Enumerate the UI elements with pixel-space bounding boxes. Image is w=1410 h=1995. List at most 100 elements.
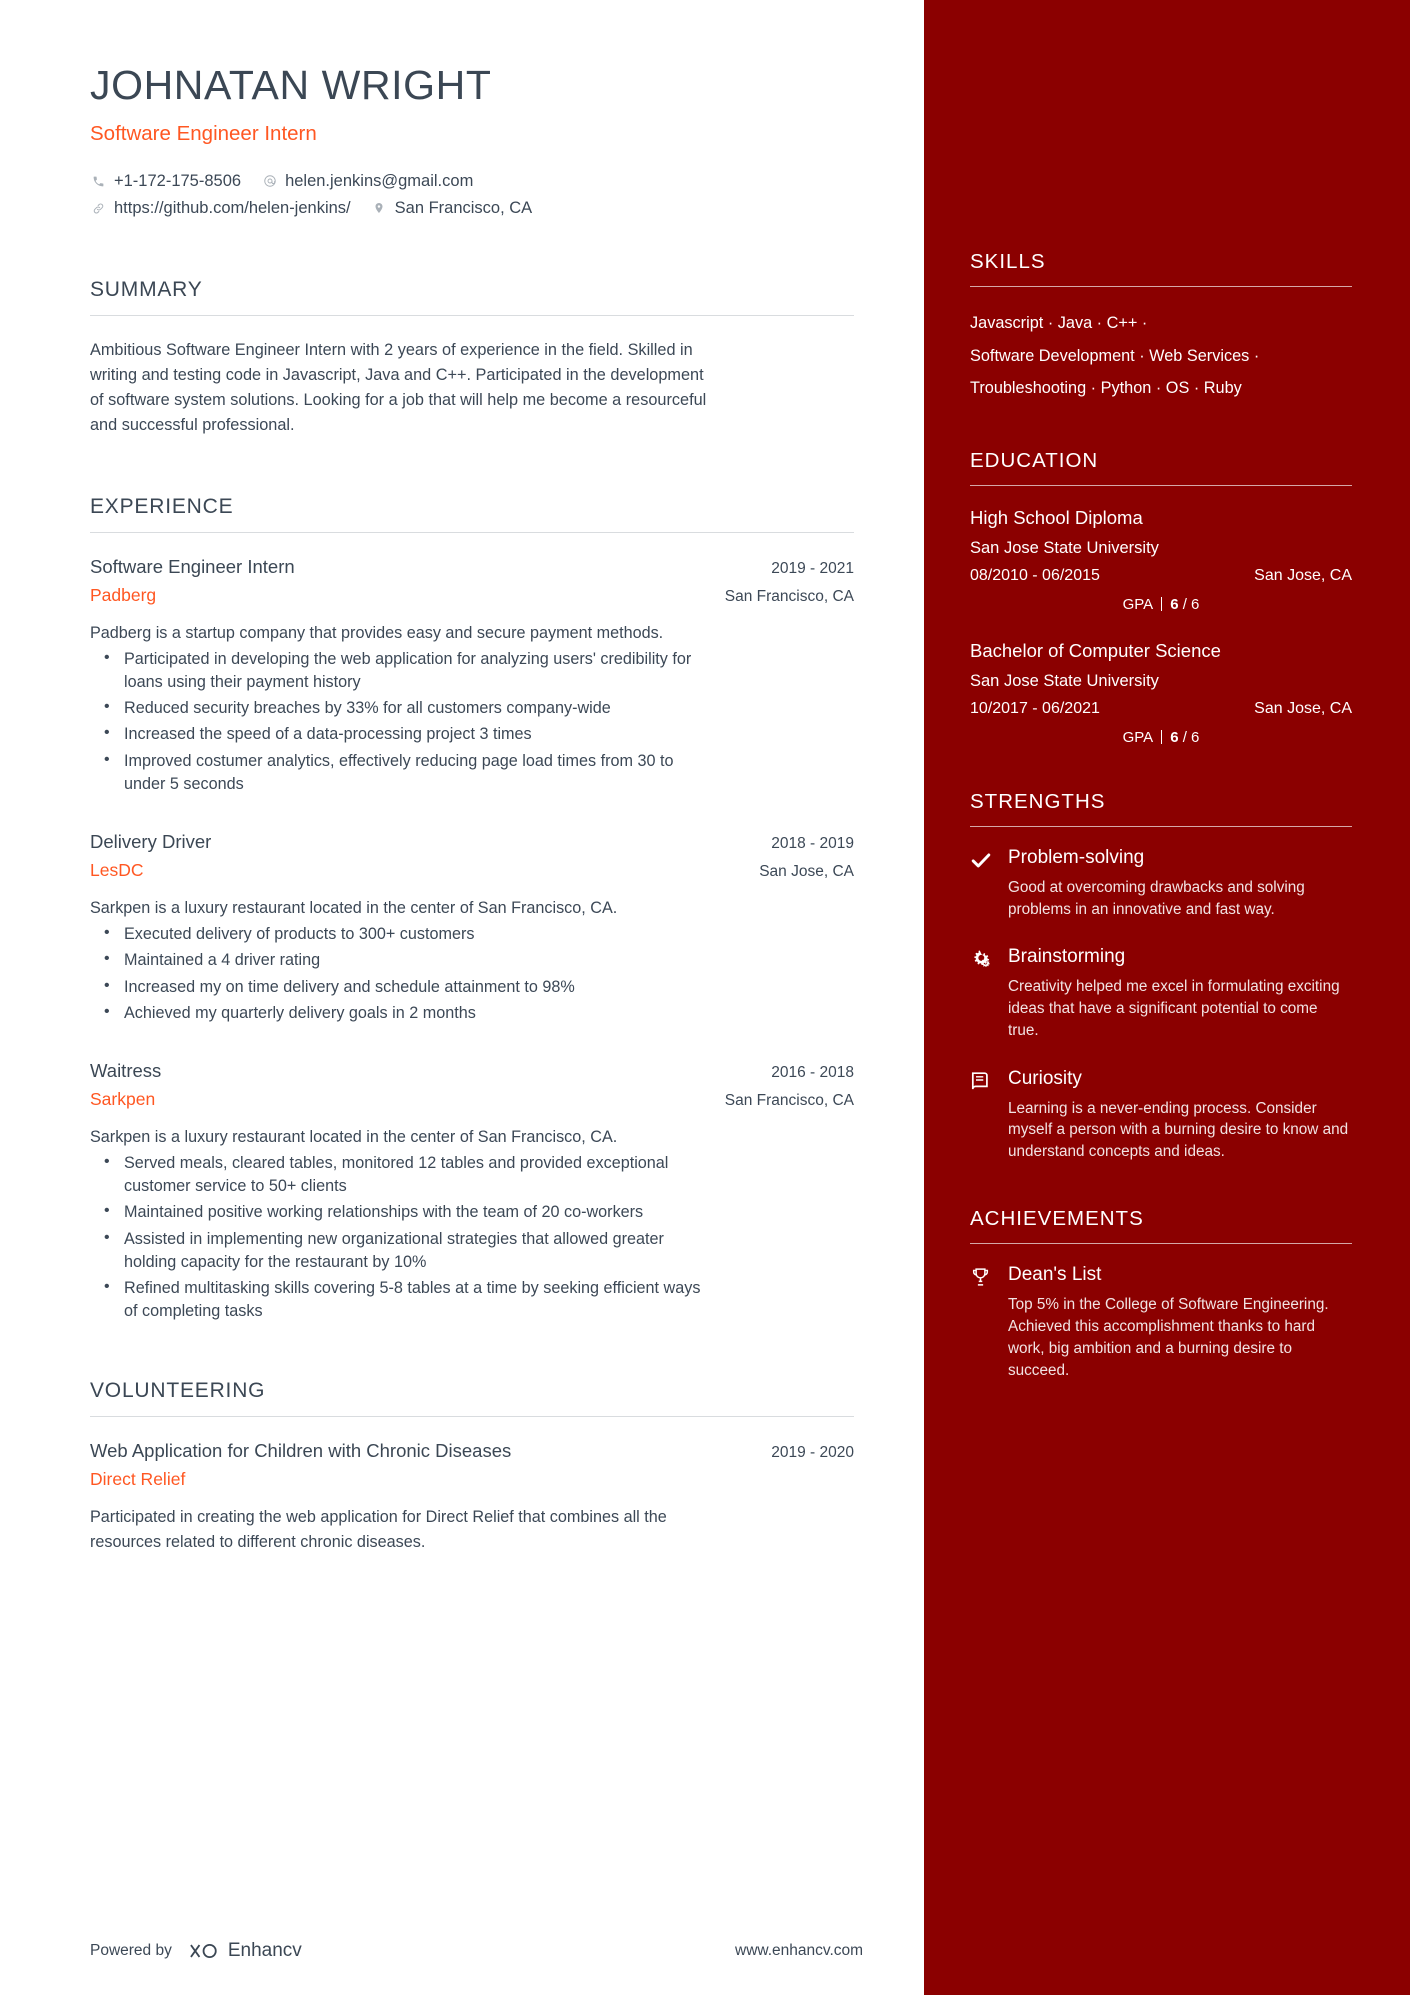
- strengths-heading: STRENGTHS: [970, 790, 1352, 827]
- entry-company[interactable]: LesDC: [90, 860, 144, 881]
- contact-info: +1-172-175-8506 helen.jenkins@gmail.com …: [90, 168, 854, 221]
- education-school: San Jose State University: [970, 538, 1159, 557]
- education-entry: High School Diploma San Jose State Univer…: [970, 506, 1352, 613]
- entry-bullets: Executed delivery of products to 300+ cu…: [90, 922, 854, 1025]
- entry-subheader-row: Sarkpen San Francisco, CA: [90, 1089, 854, 1110]
- strength-description: Good at overcoming drawbacks and solving…: [1008, 878, 1305, 918]
- at-icon: [261, 169, 278, 192]
- entry-company[interactable]: Padberg: [90, 585, 156, 606]
- main-column: JOHNATAN WRIGHT Software Engineer Intern…: [0, 0, 924, 1995]
- education-section: EDUCATION High School Diploma San Jose St…: [970, 449, 1352, 746]
- summary-section: SUMMARY Ambitious Software Engineer Inte…: [90, 278, 854, 439]
- gpa-divider: [1161, 729, 1163, 744]
- bullet-item: Maintained positive working relationship…: [90, 1200, 715, 1224]
- link-icon: [90, 196, 107, 219]
- entry-header-row: Delivery Driver 2018 - 2019: [90, 830, 854, 854]
- entry-description: Participated in creating the web applica…: [90, 1508, 667, 1551]
- education-list: High School Diploma San Jose State Univer…: [970, 506, 1352, 746]
- skills-section: SKILLS Javascript · Java · C++ · Softwar…: [970, 250, 1352, 405]
- education-dates: 08/2010 - 06/2015: [970, 566, 1100, 584]
- entry-company[interactable]: Sarkpen: [90, 1089, 155, 1110]
- contact-line-2: https://github.com/helen-jenkins/ San Fr…: [90, 195, 854, 222]
- entry-header-row: Waitress 2016 - 2018: [90, 1059, 854, 1083]
- bullet-item: Refined multitasking skills covering 5-8…: [90, 1276, 715, 1323]
- entry-subheader-row: Padberg San Francisco, CA: [90, 585, 854, 606]
- email-value: helen.jenkins@gmail.com: [285, 172, 474, 191]
- strength-body: Brainstorming Creativity helped me excel …: [1008, 946, 1352, 1041]
- bullet-item: Served meals, cleared tables, monitored …: [90, 1151, 715, 1198]
- powered-by-label: Powered by: [90, 1942, 172, 1959]
- bullet-item: Reduced security breaches by 33% for all…: [90, 696, 715, 720]
- footer: Powered by Enhancv www.enhancv.com: [0, 1925, 1410, 1995]
- contact-website[interactable]: https://github.com/helen-jenkins/: [90, 195, 351, 222]
- resume-page: JOHNATAN WRIGHT Software Engineer Intern…: [0, 0, 1410, 1995]
- page-title: JOHNATAN WRIGHT: [90, 62, 492, 108]
- experience-entry: Waitress 2016 - 2018 Sarkpen San Francisco,…: [90, 1059, 854, 1323]
- education-gpa: GPA 6 / 6: [970, 729, 1352, 746]
- bullet-item: Executed delivery of products to 300+ cu…: [90, 922, 715, 946]
- phone-icon: [90, 169, 107, 192]
- education-school: San Jose State University: [970, 671, 1159, 690]
- gpa-label: GPA: [1122, 595, 1154, 613]
- footer-url[interactable]: www.enhancv.com: [735, 1942, 863, 1960]
- experience-heading: EXPERIENCE: [90, 495, 854, 533]
- contact-phone[interactable]: +1-172-175-8506: [90, 168, 241, 195]
- location-value: San Francisco, CA: [394, 198, 533, 217]
- skills-list: Javascript · Java · C++ · Software Devel…: [970, 307, 1352, 405]
- contact-email[interactable]: helen.jenkins@gmail.com: [261, 168, 473, 195]
- entry-bullets: Participated in developing the web appli…: [90, 647, 854, 796]
- education-dates: 10/2017 - 06/2021: [970, 699, 1100, 717]
- bullet-item: Increased my on time delivery and schedu…: [90, 975, 715, 999]
- phone-value: +1-172-175-8506: [114, 172, 242, 191]
- entry-role: Web Application for Children with Chroni…: [90, 1440, 512, 1462]
- entry-description: Padberg is a startup company that provid…: [90, 623, 664, 642]
- volunteering-list: Web Application for Children with Chroni…: [90, 1439, 854, 1554]
- strength-title: Brainstorming: [1008, 946, 1126, 968]
- experience-section: EXPERIENCE Software Engineer Intern 2019 …: [90, 495, 854, 1324]
- bullet-item: Participated in developing the web appli…: [90, 647, 715, 694]
- strength-description: Top 5% in the College of Software Engine…: [1008, 1295, 1329, 1379]
- strength-title: Problem-solving: [1008, 846, 1145, 868]
- entry-role: Waitress: [90, 1059, 162, 1081]
- skills-line: Javascript · Java · C++ ·: [970, 314, 1148, 332]
- gpa-label: GPA: [1122, 728, 1154, 746]
- bullet-item: Maintained a 4 driver rating: [90, 948, 715, 972]
- location-pin-icon: [371, 196, 388, 219]
- book-icon: [970, 1068, 1008, 1163]
- entry-description: Sarkpen is a luxury restaurant located i…: [90, 1127, 618, 1146]
- experience-entry: Web Application for Children with Chroni…: [90, 1439, 854, 1554]
- entry-date: 2019 - 2021: [771, 559, 854, 577]
- bullet-item: Improved costumer analytics, effectively…: [90, 749, 715, 796]
- entry-header-row: Web Application for Children with Chroni…: [90, 1439, 854, 1463]
- entry-description: Sarkpen is a luxury restaurant located i…: [90, 898, 618, 917]
- entry-date: 2016 - 2018: [771, 1063, 854, 1081]
- skills-line: Software Development · Web Services ·: [970, 346, 1260, 365]
- skills-heading: SKILLS: [970, 250, 1352, 287]
- strength-title: Dean's List: [1008, 1264, 1102, 1286]
- entry-role: Delivery Driver: [90, 830, 212, 852]
- strengths-section: STRENGTHS Problem-solving Good at overcom…: [970, 790, 1352, 1163]
- strength-item: Brainstorming Creativity helped me excel …: [970, 946, 1352, 1041]
- experience-list: Software Engineer Intern 2019 - 2021 Padbe…: [90, 555, 854, 1324]
- summary-text: Ambitious Software Engineer Intern with …: [90, 340, 707, 435]
- volunteering-section: VOLUNTEERING Web Application for Childre…: [90, 1379, 854, 1554]
- achievements-list: Dean's List Top 5% in the College of Soft…: [970, 1264, 1352, 1381]
- website-value: https://github.com/helen-jenkins/: [114, 198, 351, 217]
- education-degree: Bachelor of Computer Science: [970, 639, 1221, 661]
- entry-company[interactable]: Direct Relief: [90, 1469, 185, 1490]
- entry-location: San Francisco, CA: [724, 1091, 854, 1109]
- gpa-divider: [1161, 596, 1163, 611]
- bullet-item: Achieved my quarterly delivery goals in …: [90, 1001, 715, 1025]
- education-meta-row: 08/2010 - 06/2015 San Jose, CA: [970, 567, 1352, 585]
- entry-date: 2019 - 2020: [771, 1444, 854, 1462]
- contact-line-1: +1-172-175-8506 helen.jenkins@gmail.com: [90, 168, 854, 195]
- strength-body: Dean's List Top 5% in the College of Soft…: [1008, 1264, 1352, 1381]
- infinity-icon: [190, 1943, 217, 1959]
- footer-branding: Powered by Enhancv: [90, 1940, 302, 1962]
- entry-bullets: Served meals, cleared tables, monitored …: [90, 1151, 854, 1323]
- achievements-section: ACHIEVEMENTS Dean's List Top 5% in the Co…: [970, 1207, 1352, 1381]
- strength-body: Curiosity Learning is a never-ending proc…: [1008, 1068, 1352, 1163]
- entry-date: 2018 - 2019: [771, 834, 854, 852]
- contact-location: San Francisco, CA: [371, 195, 533, 222]
